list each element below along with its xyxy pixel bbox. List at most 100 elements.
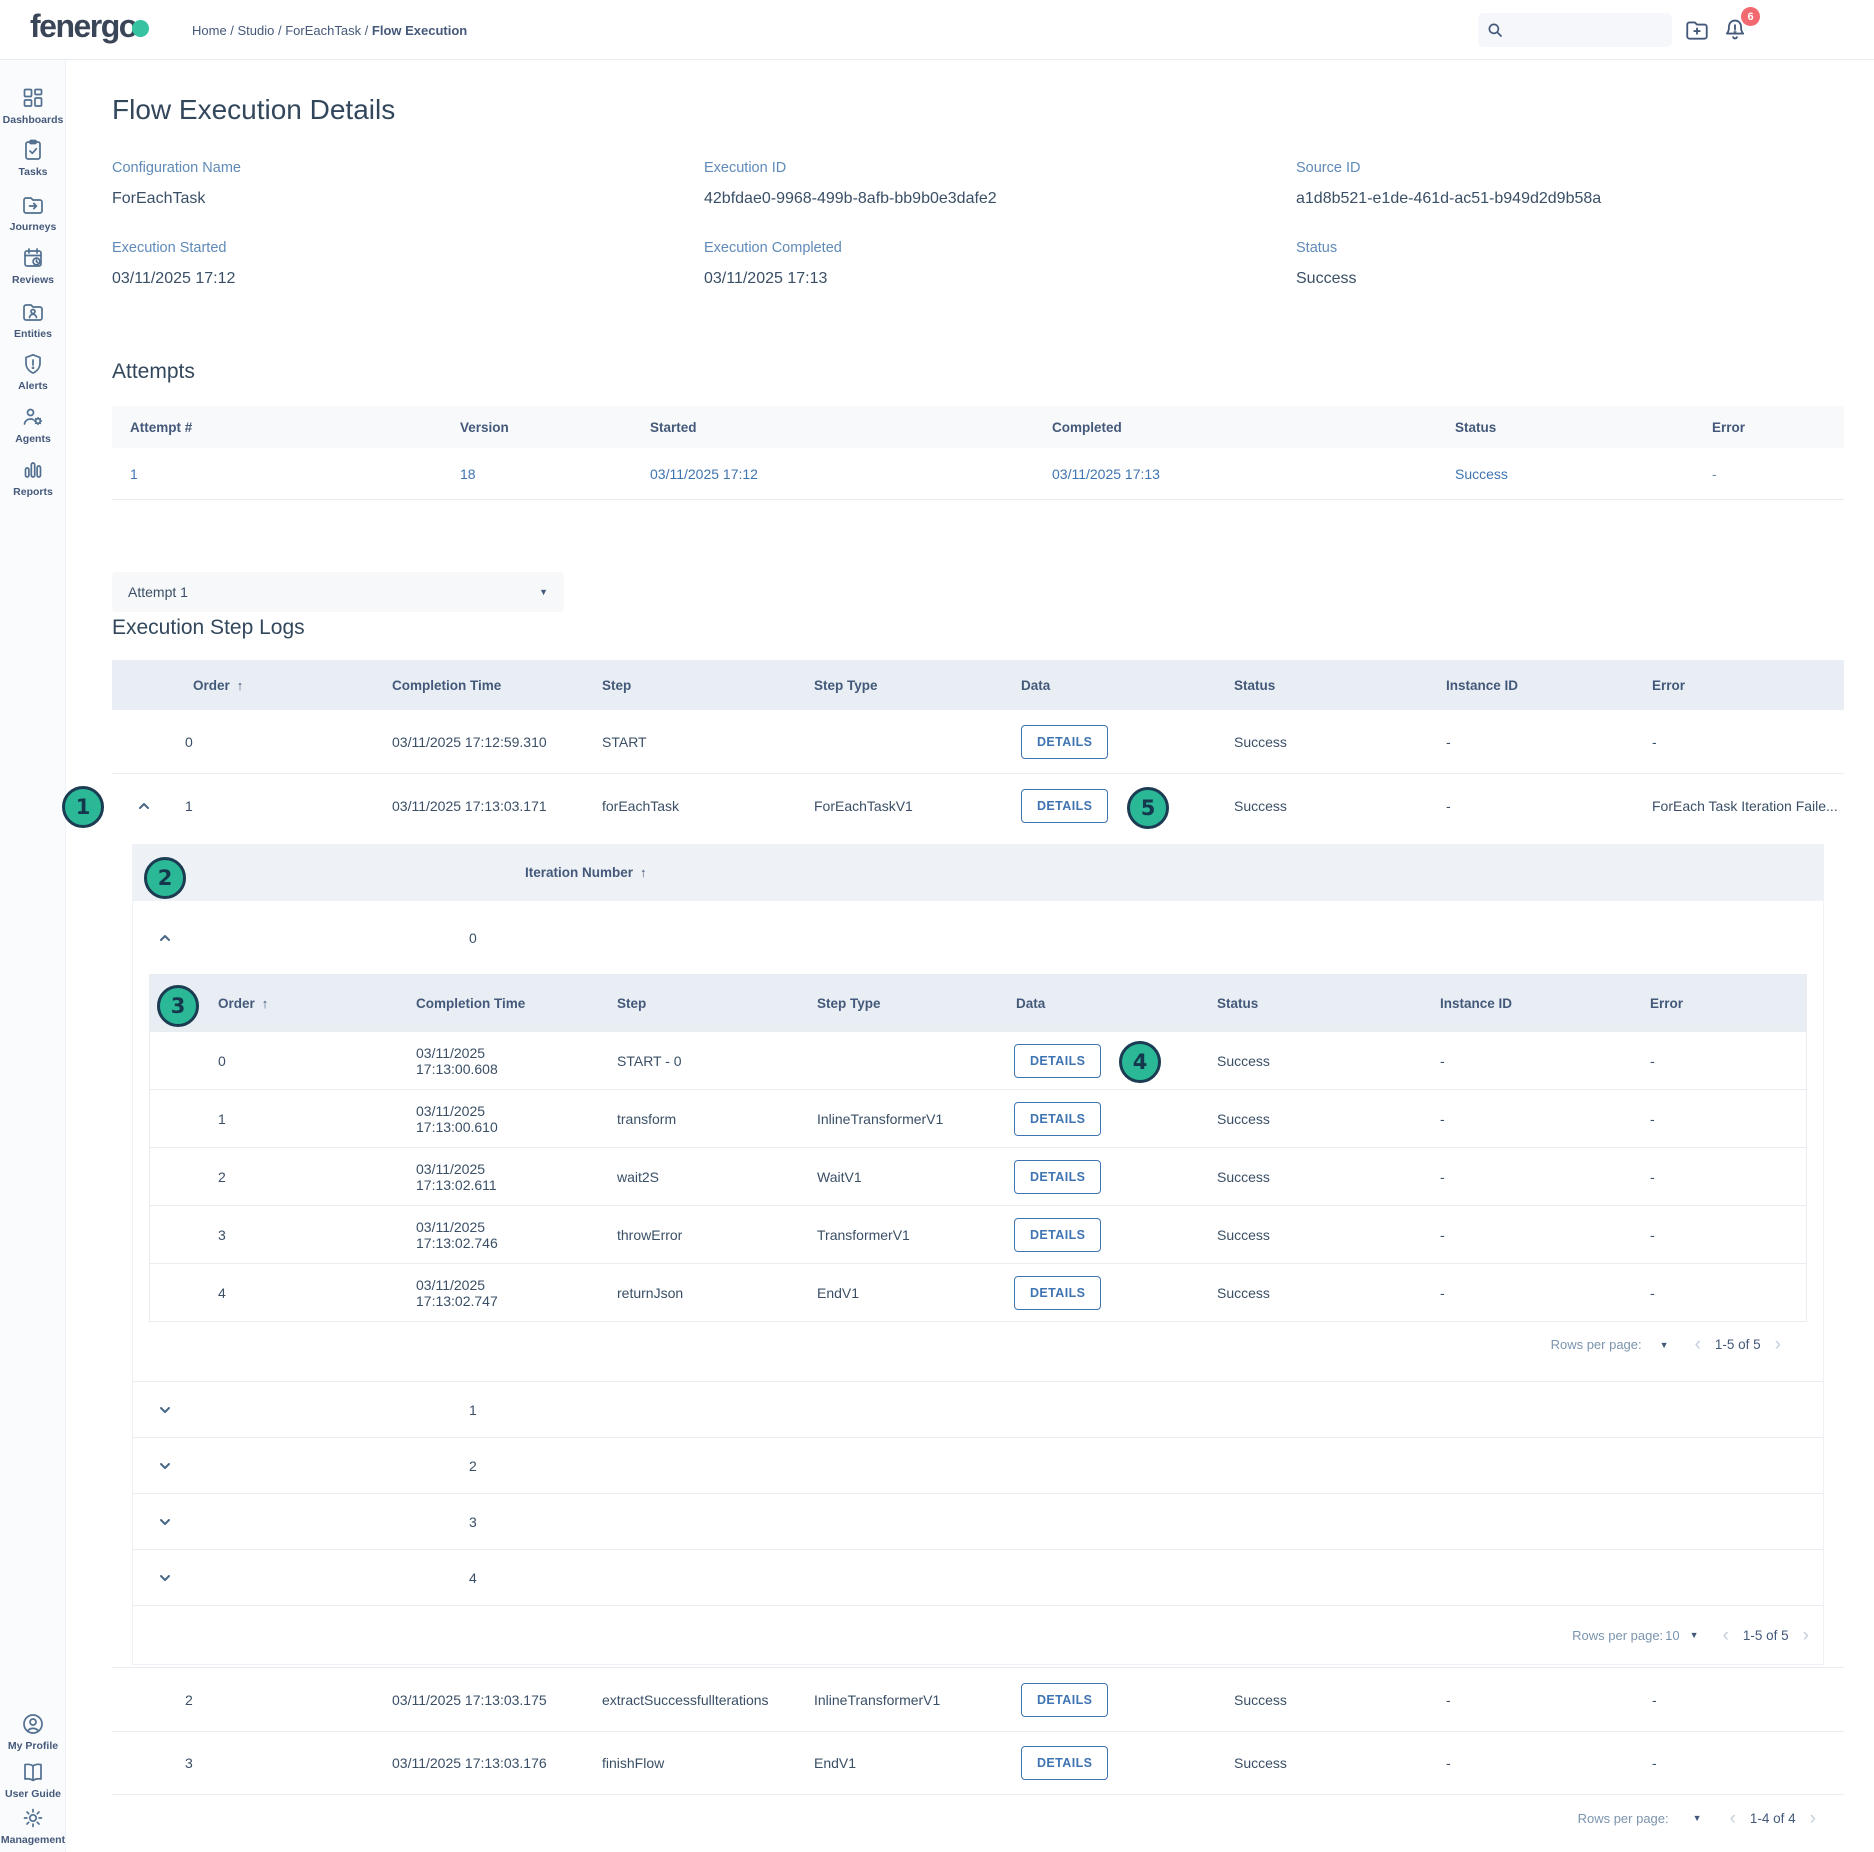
column-header: Error — [1694, 420, 1844, 435]
next-page-icon[interactable]: › — [1803, 1626, 1809, 1645]
rows-per-page-caret-icon[interactable]: ▼ — [1690, 1630, 1699, 1640]
column-header: Completed — [1034, 420, 1437, 435]
chevron-down-icon — [157, 1570, 173, 1586]
cell-order: 2 — [168, 1692, 382, 1708]
sidebar-item-journeys[interactable]: Journeys — [0, 193, 66, 233]
sidebar-item-management[interactable]: Management — [0, 1806, 66, 1846]
annotation-marker-4: 4 — [1119, 1041, 1161, 1083]
attempt-select[interactable]: Attempt 1 ▼ — [112, 572, 564, 612]
sidebar-item-agents[interactable]: Agents — [0, 405, 66, 445]
top-header: fenergo Home / Studio / ForEachTask / Fl… — [0, 0, 1874, 60]
search-icon — [1486, 21, 1504, 39]
add-folder-button[interactable] — [1684, 17, 1710, 43]
sidebar-item-reports[interactable]: Reports — [0, 458, 66, 498]
annotation-marker-2: 2 — [144, 857, 186, 899]
sidebar-item-reviews[interactable]: Reviews — [0, 246, 66, 286]
details-button[interactable]: DETAILS — [1014, 1102, 1101, 1136]
sidebar-label: Reports — [13, 486, 53, 498]
cell-status: Success — [1437, 466, 1694, 482]
details-button[interactable]: DETAILS — [1014, 1218, 1101, 1252]
details-button[interactable]: DETAILS — [1021, 1746, 1108, 1780]
sidebar-item-user-guide[interactable]: User Guide — [0, 1760, 66, 1800]
details-button[interactable]: DETAILS — [1014, 1044, 1101, 1078]
iteration-row-collapsed[interactable]: 1 — [133, 1381, 1823, 1437]
step-logs-title: Execution Step Logs — [112, 616, 305, 640]
attempt-row[interactable]: 1 18 03/11/2025 17:12 03/11/2025 17:13 S… — [112, 448, 1844, 500]
collapse-iteration-button[interactable] — [157, 930, 173, 946]
details-button[interactable]: DETAILS — [1014, 1276, 1101, 1310]
cell-step: finishFlow — [592, 1755, 804, 1771]
column-header: Attempt # — [112, 420, 442, 435]
cell-completion: 03/11/2025 17:13:02.746 — [348, 1219, 549, 1251]
step-row-expanded: 1 03/11/2025 17:13:03.171 forEachTask Fo… — [112, 774, 1844, 838]
sidebar-label: Tasks — [19, 166, 48, 178]
sidebar-item-alerts[interactable]: Alerts — [0, 352, 66, 392]
cell-step-type: ForEachTaskV1 — [804, 798, 1011, 814]
column-header: Instance ID — [1436, 678, 1642, 693]
column-header: Status — [1437, 420, 1694, 435]
expand-iteration-button[interactable] — [157, 1458, 173, 1474]
iteration-number-value: 0 — [469, 930, 477, 946]
cell-started: 03/11/2025 17:12 — [632, 466, 1034, 482]
column-header: Step — [549, 996, 749, 1011]
prev-page-icon[interactable]: ‹ — [1730, 1809, 1736, 1828]
book-icon — [21, 1760, 45, 1784]
iteration-row-collapsed[interactable]: 2 — [133, 1437, 1823, 1493]
collapse-row-button[interactable] — [136, 798, 168, 814]
sidebar-item-dashboards[interactable]: Dashboards — [0, 86, 66, 126]
cell-status: Success — [1224, 1755, 1436, 1771]
sidebar-item-tasks[interactable]: Tasks — [0, 138, 66, 178]
annotation-marker-3: 3 — [157, 985, 199, 1027]
cell-status: Success — [1149, 1227, 1372, 1243]
sidebar-label: User Guide — [5, 1788, 61, 1800]
search-input[interactable] — [1510, 23, 1664, 38]
column-header: Status — [1149, 996, 1372, 1011]
sidebar-label: Agents — [15, 433, 51, 445]
sort-asc-icon: ↑ — [237, 678, 244, 693]
expand-iteration-button[interactable] — [157, 1514, 173, 1530]
iteration-row-expanded: 0 — [133, 901, 1823, 974]
expand-iteration-button[interactable] — [157, 1402, 173, 1418]
iteration-number-value: 4 — [469, 1570, 477, 1586]
search-box[interactable] — [1478, 13, 1672, 47]
cell-step: START - 0 — [549, 1053, 749, 1069]
iteration-number-header[interactable]: Iteration Number↑ — [133, 844, 1823, 901]
breadcrumb-path[interactable]: Home / Studio / ForEachTask / — [192, 23, 372, 38]
expand-iteration-button[interactable] — [157, 1570, 173, 1586]
cell-status: Success — [1149, 1285, 1372, 1301]
cell-instance: - — [1436, 734, 1642, 750]
details-button[interactable]: DETAILS — [1014, 1160, 1101, 1194]
next-page-icon[interactable]: › — [1810, 1809, 1816, 1828]
iteration-number-value: 1 — [469, 1402, 477, 1418]
prev-page-icon[interactable]: ‹ — [1695, 1335, 1701, 1354]
cell-version[interactable]: 18 — [442, 466, 632, 482]
cell-step: forEachTask — [592, 798, 804, 814]
cell-order: 3 — [150, 1227, 348, 1243]
brand-logo[interactable]: fenergo — [30, 8, 149, 45]
sidebar-item-my-profile[interactable]: My Profile — [0, 1712, 66, 1752]
cell-step-type: InlineTransformerV1 — [804, 1692, 1011, 1708]
breadcrumb-current: Flow Execution — [372, 23, 467, 38]
page-range: 1-5 of 5 — [1743, 1628, 1789, 1643]
sidebar-item-entities[interactable]: Entities — [0, 300, 66, 340]
details-button[interactable]: DETAILS — [1021, 1683, 1108, 1717]
iteration-row-collapsed[interactable]: 3 — [133, 1493, 1823, 1549]
cell-step-type: WaitV1 — [749, 1169, 948, 1185]
prev-page-icon[interactable]: ‹ — [1723, 1626, 1729, 1645]
cell-step-type: EndV1 — [749, 1285, 948, 1301]
details-button[interactable]: DETAILS — [1021, 789, 1108, 823]
column-header-order[interactable]: Order↑ — [168, 678, 382, 693]
iteration-row-collapsed[interactable]: 4 — [133, 1549, 1823, 1605]
cell-status: Success — [1149, 1169, 1372, 1185]
rows-per-page-caret-icon[interactable]: ▼ — [1693, 1813, 1702, 1823]
cell-completion: 03/11/2025 17:13:03.176 — [382, 1755, 592, 1771]
column-header: Error — [1582, 996, 1806, 1011]
next-page-icon[interactable]: › — [1775, 1335, 1781, 1354]
status-value: Success — [1296, 270, 1844, 288]
cell-step: throwError — [549, 1227, 749, 1243]
rows-per-page-caret-icon[interactable]: ▼ — [1660, 1340, 1669, 1350]
cell-attempt[interactable]: 1 — [112, 466, 442, 482]
cell-error: - — [1582, 1285, 1806, 1301]
details-button[interactable]: DETAILS — [1021, 725, 1108, 759]
iteration-number-value: 3 — [469, 1514, 477, 1530]
